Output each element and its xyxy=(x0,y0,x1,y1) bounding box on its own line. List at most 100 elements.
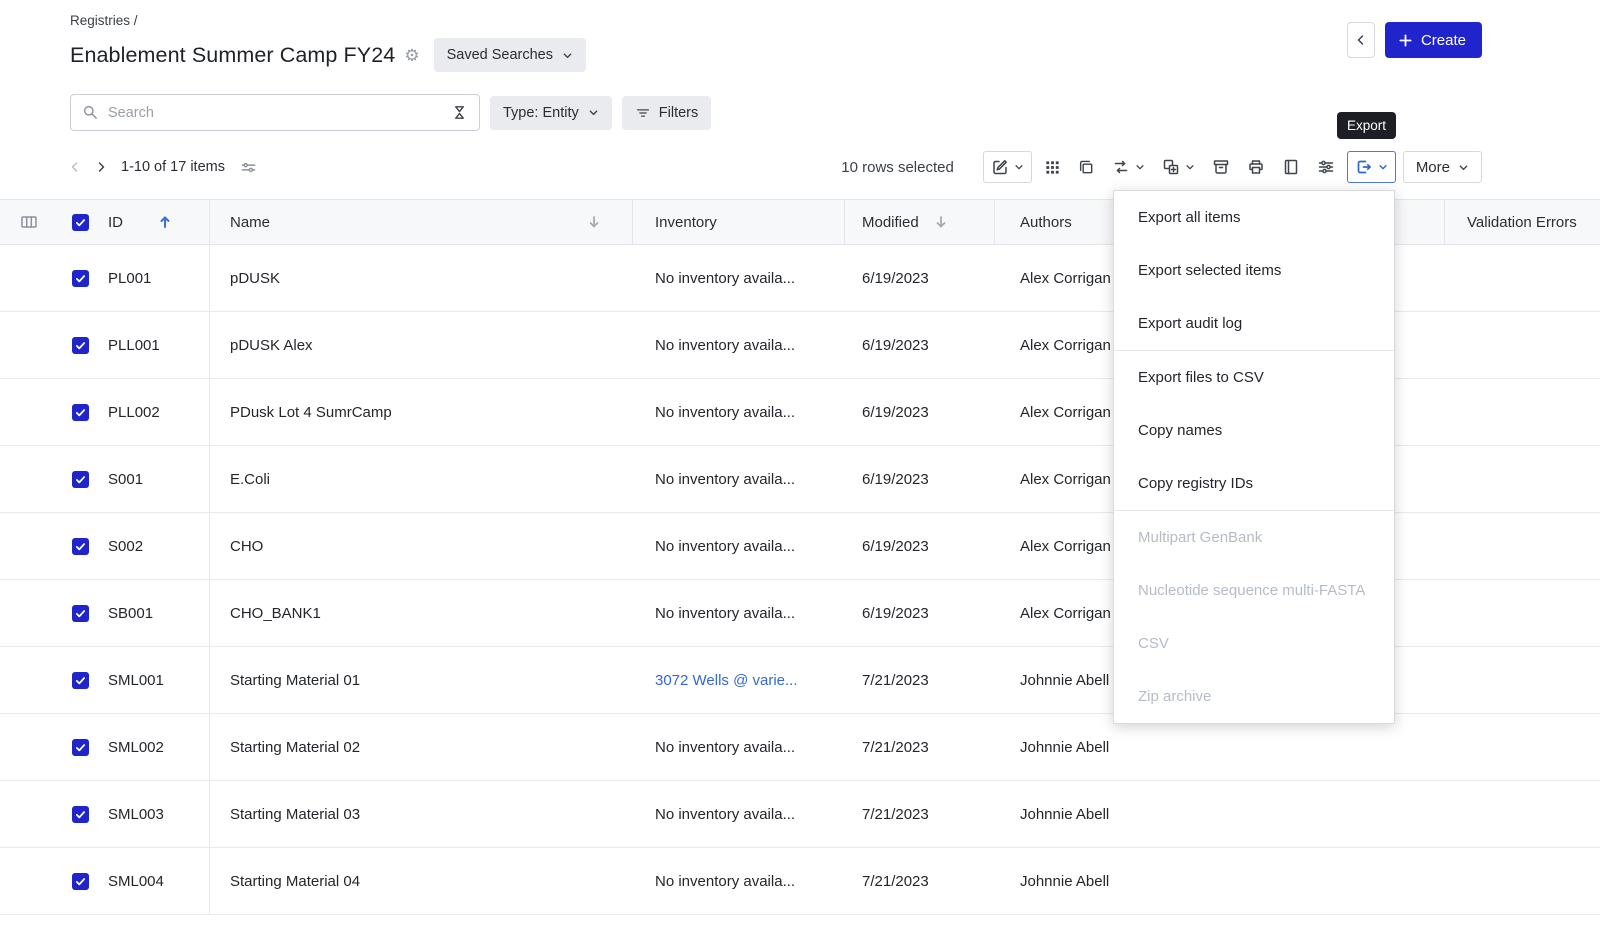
transfer-dropdown-button[interactable] xyxy=(1107,151,1150,183)
chevron-down-icon xyxy=(1185,162,1195,172)
export-menu-item: Zip archive xyxy=(1114,670,1394,723)
row-validation xyxy=(1445,245,1600,311)
chevron-down-icon xyxy=(1135,162,1145,172)
selection-count: 10 rows selected xyxy=(841,159,954,176)
row-id: PLL001 xyxy=(108,337,160,354)
row-modified: 7/21/2023 xyxy=(845,848,995,914)
sort-descending-icon xyxy=(586,214,602,230)
row-id: S001 xyxy=(108,471,143,488)
table-row[interactable]: SML002 Starting Material 02 No inventory… xyxy=(0,714,1600,781)
copy-button[interactable] xyxy=(1073,151,1100,183)
row-checkbox[interactable] xyxy=(72,404,89,421)
chevron-down-icon xyxy=(562,50,573,61)
row-checkbox[interactable] xyxy=(72,471,89,488)
row-checkbox[interactable] xyxy=(72,672,89,689)
column-header-inventory[interactable]: Inventory xyxy=(633,200,845,244)
filter-icon xyxy=(635,105,651,121)
column-header-name[interactable]: Name xyxy=(210,200,633,244)
list-settings-icon[interactable] xyxy=(240,159,257,176)
gear-icon[interactable]: ⚙ xyxy=(404,47,419,64)
export-menu-item[interactable]: Export audit log xyxy=(1114,297,1394,350)
row-validation xyxy=(1445,379,1600,445)
chevron-down-icon xyxy=(1014,162,1024,172)
row-validation xyxy=(1445,781,1600,847)
notebook-button[interactable] xyxy=(1277,151,1305,183)
row-checkbox[interactable] xyxy=(72,270,89,287)
row-modified: 7/21/2023 xyxy=(845,781,995,847)
search-input[interactable] xyxy=(108,105,442,121)
more-button[interactable]: More xyxy=(1403,151,1482,183)
check-icon xyxy=(74,741,87,754)
toolbar: 10 rows selected xyxy=(841,151,1482,183)
column-header-id[interactable]: ID xyxy=(58,200,210,244)
print-button[interactable] xyxy=(1242,151,1270,183)
breadcrumb[interactable]: Registries / xyxy=(70,13,138,28)
check-icon xyxy=(74,674,87,687)
chevron-right-icon xyxy=(94,160,108,174)
row-checkbox[interactable] xyxy=(72,873,89,890)
column-label-authors: Authors xyxy=(1020,214,1072,231)
next-page-button[interactable] xyxy=(90,154,112,180)
row-gutter xyxy=(0,647,58,713)
check-icon xyxy=(74,406,87,419)
check-icon xyxy=(74,540,87,553)
export-menu-item[interactable]: Export files to CSV xyxy=(1114,351,1394,404)
row-inventory: No inventory availa... xyxy=(655,538,795,555)
edit-icon xyxy=(991,158,1009,176)
table-row[interactable]: SML004 Starting Material 04 No inventory… xyxy=(0,848,1600,915)
archive-button[interactable] xyxy=(1207,151,1235,183)
export-menu-item: Nucleotide sequence multi-FASTA xyxy=(1114,564,1394,617)
column-header-validation[interactable]: Validation Errors xyxy=(1445,200,1600,244)
type-filter-label: Type: Entity xyxy=(503,105,579,121)
adjust-columns-button[interactable] xyxy=(1312,151,1340,183)
row-inventory: No inventory availa... xyxy=(655,404,795,421)
row-name: pDUSK Alex xyxy=(210,312,633,378)
row-id: SML002 xyxy=(108,739,164,756)
prev-page-button[interactable] xyxy=(64,154,86,180)
row-id: SML003 xyxy=(108,806,164,823)
row-checkbox[interactable] xyxy=(72,337,89,354)
registry-page: Registries / Enablement Summer Camp FY24… xyxy=(0,0,1600,939)
type-filter-button[interactable]: Type: Entity xyxy=(490,96,612,130)
export-menu-item: CSV xyxy=(1114,617,1394,670)
export-menu-item[interactable]: Export all items xyxy=(1114,191,1394,244)
column-header-modified[interactable]: Modified xyxy=(845,200,995,244)
row-checkbox[interactable] xyxy=(72,739,89,756)
table-row[interactable]: SML003 Starting Material 03 No inventory… xyxy=(0,781,1600,848)
copy-icon xyxy=(1078,159,1095,176)
add-to-collection-dropdown-button[interactable] xyxy=(1157,151,1200,183)
create-button[interactable]: Create xyxy=(1385,22,1482,58)
search-icon xyxy=(82,104,99,121)
row-modified: 6/19/2023 xyxy=(845,446,995,512)
search-query-hourglass-icon[interactable] xyxy=(451,104,468,121)
row-inventory-link[interactable]: 3072 Wells @ varie... xyxy=(655,672,798,689)
export-menu-item[interactable]: Copy registry IDs xyxy=(1114,457,1394,510)
row-id: PLL002 xyxy=(108,404,160,421)
check-icon xyxy=(74,875,87,888)
row-name: pDUSK xyxy=(210,245,633,311)
export-icon xyxy=(1355,158,1373,176)
saved-searches-button[interactable]: Saved Searches xyxy=(434,38,586,72)
select-all-checkbox[interactable] xyxy=(72,214,89,231)
grid-view-button[interactable] xyxy=(1039,151,1066,183)
export-menu-item[interactable]: Copy names xyxy=(1114,404,1394,457)
row-checkbox[interactable] xyxy=(72,605,89,622)
chevron-down-icon xyxy=(1458,162,1469,173)
row-gutter xyxy=(0,781,58,847)
row-id: SML001 xyxy=(108,672,164,689)
chevron-left-icon xyxy=(68,160,82,174)
row-inventory: No inventory availa... xyxy=(655,471,795,488)
row-checkbox[interactable] xyxy=(72,538,89,555)
collapse-panel-button[interactable] xyxy=(1347,22,1375,58)
check-icon xyxy=(74,216,87,229)
archive-icon xyxy=(1212,158,1230,176)
check-icon xyxy=(74,607,87,620)
row-checkbox[interactable] xyxy=(72,806,89,823)
filters-button[interactable]: Filters xyxy=(622,96,711,130)
row-modified: 6/19/2023 xyxy=(845,245,995,311)
export-dropdown-button[interactable] xyxy=(1347,151,1396,183)
column-settings-header[interactable] xyxy=(0,200,58,244)
edit-dropdown-button[interactable] xyxy=(983,151,1032,183)
export-menu-item[interactable]: Export selected items xyxy=(1114,244,1394,297)
export-tooltip: Export xyxy=(1337,112,1396,139)
